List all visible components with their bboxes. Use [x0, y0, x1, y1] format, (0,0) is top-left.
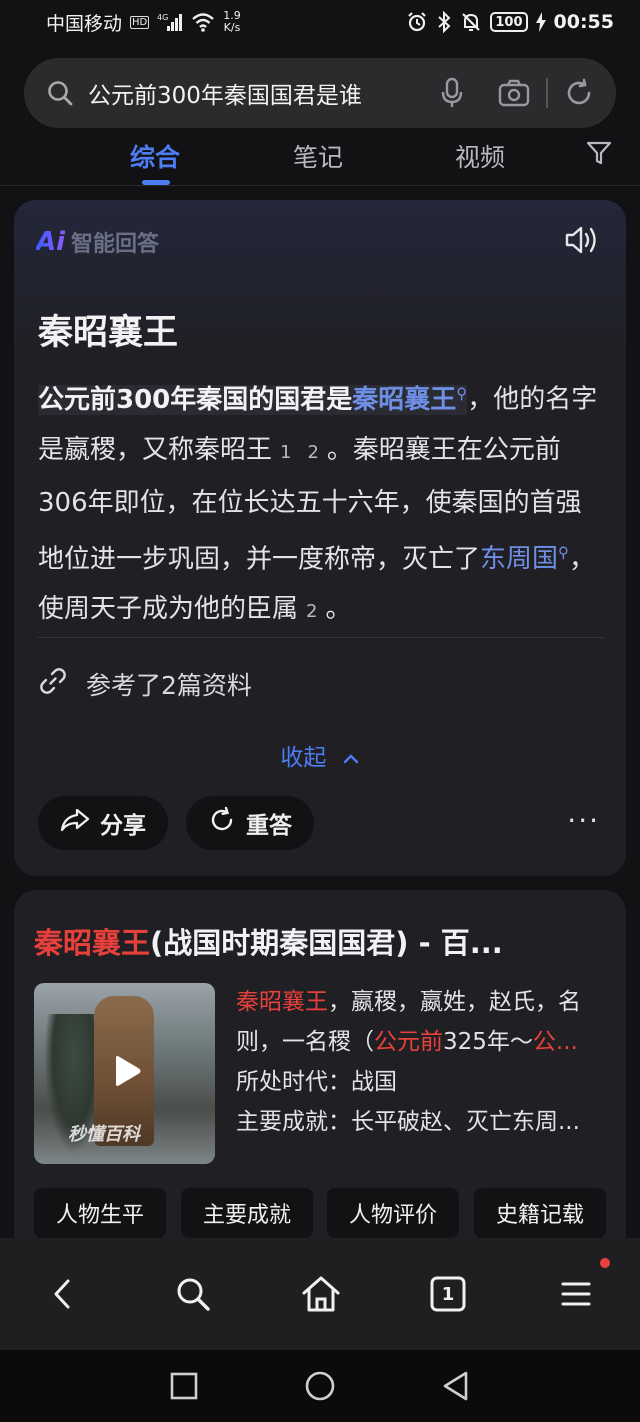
- ai-logo-mark: Ai: [36, 227, 66, 257]
- snippet-highlight: 公...: [532, 1029, 578, 1055]
- svg-text:4G: 4G: [157, 13, 168, 22]
- ai-answer-logo: Ai 智能回答: [36, 226, 159, 258]
- mute-bell-icon: [460, 11, 482, 33]
- snippet-line-1: 秦昭襄王，嬴稷，嬴姓，赵氏，名: [236, 982, 612, 1022]
- share-button[interactable]: 分享: [38, 796, 168, 850]
- home-circle-icon[interactable]: [304, 1370, 336, 1402]
- citation-3[interactable]: 2: [306, 601, 317, 622]
- ai-logo-text: 智能回答: [71, 232, 160, 257]
- chip-achievements[interactable]: 主要成就: [181, 1188, 313, 1238]
- bluetooth-icon: [436, 11, 452, 33]
- collapse-button[interactable]: 收起: [14, 738, 626, 772]
- search-input[interactable]: 公元前300年秦国国君是谁: [88, 76, 440, 110]
- snippet-highlight: 公元前: [374, 1029, 443, 1055]
- tab-videos[interactable]: 视频: [455, 138, 505, 174]
- ai-answer-title: 秦昭襄王: [38, 313, 179, 353]
- share-label: 分享: [100, 813, 146, 839]
- result-title-rest: (战国时期秦国国君) - 百...: [150, 926, 503, 960]
- references-label: 参考了2篇资料: [86, 671, 252, 700]
- speaker-icon[interactable]: [564, 224, 600, 260]
- answer-link-eastern-zhou[interactable]: 东周国⚲: [480, 543, 570, 575]
- battery-level: 100: [495, 14, 523, 30]
- snippet-text: ，嬴稷，嬴姓，赵氏，名: [328, 989, 581, 1015]
- carrier-label: 中国移动: [46, 12, 123, 35]
- citation-1[interactable]: 1: [280, 442, 291, 463]
- page: 中国移动 HD 4G 1.9 K/s 100 00:55 公元前300年秦国国君…: [0, 0, 640, 1422]
- home-icon[interactable]: [301, 1274, 341, 1314]
- link-icon: [38, 666, 68, 702]
- alarm-icon: [406, 11, 428, 33]
- clock: 00:55: [553, 11, 614, 33]
- search-nav-icon[interactable]: [173, 1274, 213, 1314]
- snippet-era: 所处时代：战国: [236, 1069, 397, 1095]
- search-small-icon: ⚲: [558, 543, 570, 562]
- search-small-icon: ⚲: [456, 384, 468, 402]
- more-options-icon[interactable]: ···: [567, 804, 600, 837]
- search-separator: [546, 78, 548, 108]
- answer-link-eastern-zhou-text[interactable]: 东周国: [480, 544, 558, 574]
- camera-icon[interactable]: [498, 79, 530, 107]
- tab-notes[interactable]: 笔记: [293, 138, 343, 174]
- regenerate-label: 重答: [246, 813, 292, 839]
- share-icon: [60, 807, 90, 839]
- wifi-icon: [191, 12, 215, 32]
- menu-icon[interactable]: [556, 1274, 596, 1314]
- filter-icon[interactable]: [586, 140, 612, 170]
- snippet-achievements: 主要成就：长平破赵、灭亡东周...: [236, 1109, 580, 1135]
- mic-icon[interactable]: [440, 77, 464, 109]
- status-left: 中国移动 HD 4G 1.9 K/s: [46, 9, 241, 36]
- bottom-nav: 1: [0, 1238, 640, 1350]
- hd-badge: HD: [130, 15, 150, 29]
- chip-evaluation[interactable]: 人物评价: [327, 1188, 459, 1238]
- regenerate-icon: [208, 806, 236, 840]
- tab-all[interactable]: 综合: [130, 138, 180, 174]
- status-right: 100 00:55: [406, 11, 614, 33]
- video-thumbnail[interactable]: 秒懂百科: [34, 983, 215, 1164]
- ai-answer-body: 公元前300年秦国的国君是秦昭襄王⚲，他的名字是嬴稷，又称秦昭王 1 2 。秦昭襄王在…: [38, 368, 604, 637]
- snippet-highlight: 秦昭襄王: [236, 989, 328, 1015]
- status-bar: 中国移动 HD 4G 1.9 K/s 100 00:55: [0, 0, 640, 44]
- system-nav-bar: [0, 1350, 640, 1422]
- divider: [38, 637, 604, 638]
- chip-historical-records[interactable]: 史籍记载: [474, 1188, 606, 1238]
- speed-unit: K/s: [223, 21, 241, 34]
- battery-indicator: 100: [490, 12, 528, 32]
- active-tab-indicator: [142, 180, 170, 185]
- result-title-highlight: 秦昭襄王: [34, 926, 151, 960]
- cell-signal-icon: 4G: [157, 12, 183, 32]
- snippet-line-2: 则，一名稷（公元前325年～公...: [236, 1022, 612, 1062]
- snippet-text: 则，一名稷（: [236, 1029, 374, 1055]
- collapse-label: 收起: [280, 745, 327, 771]
- answer-text-end: 。: [325, 594, 352, 625]
- citation-2[interactable]: 2: [307, 442, 318, 463]
- result-tabs: 综合 笔记 视频: [0, 132, 640, 186]
- refresh-icon[interactable]: [564, 78, 594, 108]
- system-back-icon[interactable]: [440, 1370, 472, 1402]
- search-result-card[interactable]: 秦昭襄王(战国时期秦国国君) - 百... 秒懂百科 秦昭襄王，嬴稷，嬴姓，赵氏…: [14, 890, 626, 1250]
- tab-count: 1: [441, 1283, 455, 1305]
- ai-answer-card: Ai 智能回答 秦昭襄王 公元前300年秦国的国君是秦昭襄王⚲，他的名字是嬴稷，…: [14, 200, 626, 876]
- play-icon[interactable]: [112, 1055, 142, 1087]
- network-speed: 1.9 K/s: [223, 10, 241, 34]
- tabs-icon[interactable]: 1: [428, 1274, 468, 1314]
- result-snippet: 秦昭襄王，嬴稷，嬴姓，赵氏，名 则，一名稷（公元前325年～公... 所处时代：…: [236, 982, 612, 1142]
- snippet-text: 325年～: [443, 1029, 533, 1055]
- answer-highlight: 公元前300年秦国的国君是: [38, 384, 353, 415]
- search-bar[interactable]: 公元前300年秦国国君是谁: [24, 58, 616, 128]
- notification-dot: [600, 1258, 610, 1268]
- references-row[interactable]: 参考了2篇资料: [38, 666, 252, 702]
- answer-link-king[interactable]: 秦昭襄王⚲: [352, 384, 468, 415]
- search-icon: [46, 79, 74, 107]
- answer-link-king-text[interactable]: 秦昭襄王: [352, 385, 456, 415]
- thumbnail-watermark: 秒懂百科: [68, 1124, 140, 1145]
- recent-apps-icon[interactable]: [168, 1370, 200, 1402]
- chevron-up-icon: [334, 745, 360, 771]
- chip-biography[interactable]: 人物生平: [34, 1188, 166, 1238]
- result-title[interactable]: 秦昭襄王(战国时期秦国国君) - 百...: [34, 920, 614, 962]
- back-icon[interactable]: [42, 1274, 82, 1314]
- charging-icon: [535, 12, 546, 32]
- regenerate-button[interactable]: 重答: [186, 796, 314, 850]
